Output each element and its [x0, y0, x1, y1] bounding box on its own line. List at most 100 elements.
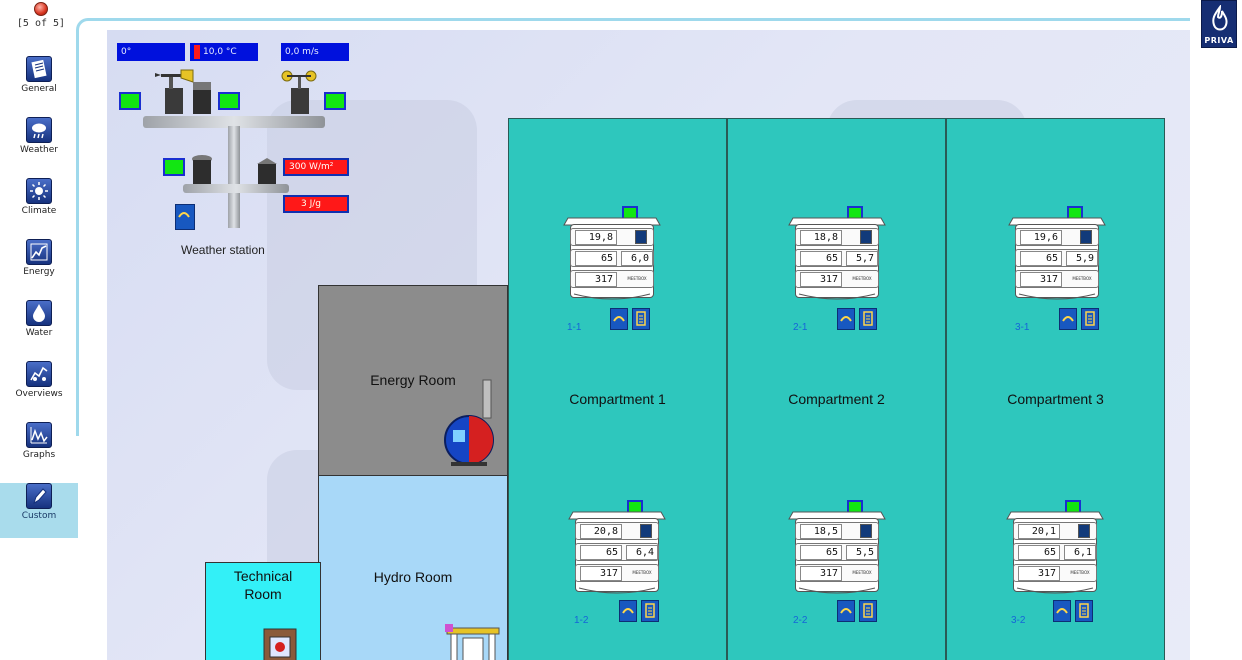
unit-row-humidity: 65 5,9	[1015, 249, 1099, 267]
priva-mini-logo-icon	[640, 524, 652, 538]
measurement-unit-2-2[interactable]: 18,5 65 5,5 317 MEETBOX	[787, 500, 897, 600]
unit-id-label[interactable]: 2-2	[793, 615, 807, 626]
unit-id-label[interactable]: 3-2	[1011, 615, 1025, 626]
unit-deficit: 5,5	[846, 545, 878, 560]
unit-id-label[interactable]: 3-1	[1015, 322, 1029, 333]
unit-deficit: 6,4	[626, 545, 658, 560]
wind-direction-readout: 0°	[117, 43, 185, 61]
sidebar-item-water[interactable]: Water	[0, 300, 78, 355]
unit-co2: 317	[575, 272, 617, 287]
water-unit-icon[interactable]	[443, 624, 503, 660]
wind-direction-status-button[interactable]	[119, 92, 141, 110]
radiation-status-button[interactable]	[163, 158, 185, 176]
priva-mini-logo-icon	[1080, 230, 1092, 244]
unit-row-temperature: 18,8	[795, 228, 879, 246]
wind-speed-status-button[interactable]	[324, 92, 346, 110]
unit-graph-button[interactable]	[1059, 308, 1077, 330]
unit-settings-button[interactable]	[859, 600, 877, 622]
sidebar-item-overviews[interactable]: Overviews	[0, 361, 78, 416]
unit-settings-button[interactable]	[641, 600, 659, 622]
unit-settings-button[interactable]	[859, 308, 877, 330]
unit-row-humidity: 65 5,5	[795, 543, 879, 561]
unit-humidity: 65	[1020, 251, 1062, 266]
sidebar-item-custom[interactable]: Custom	[0, 483, 78, 538]
sidebar-item-energy[interactable]: Energy	[0, 239, 78, 294]
unit-co2: 317	[1018, 566, 1060, 581]
curve-icon	[178, 212, 190, 218]
boiler-icon[interactable]	[443, 378, 503, 470]
hydro-room-label: Hydro Room	[373, 569, 453, 585]
sidebar-item-general[interactable]: General	[0, 56, 78, 111]
outside-temperature-value: 10,0 °C	[203, 47, 237, 57]
sidebar-item-label: Energy	[23, 267, 55, 277]
weather-station-caption: Weather station	[181, 243, 265, 257]
anemometer-icon	[281, 70, 317, 114]
unit-graph-button[interactable]	[1053, 600, 1071, 622]
unit-row-temperature: 20,1	[1013, 522, 1097, 540]
unit-base-icon	[1016, 587, 1094, 594]
page-counter: [5 of 5]	[16, 18, 66, 29]
unit-row-temperature: 18,5	[795, 522, 879, 540]
unit-row-co2: 317 MEETBOX	[570, 270, 654, 288]
unit-co2: 317	[580, 566, 622, 581]
unit-meetbox-label: MEETBOX	[852, 570, 872, 575]
wind-speed-readout: 0,0 m/s	[281, 43, 349, 61]
priva-mini-logo-icon	[635, 230, 647, 244]
energy-room[interactable]: Energy Room	[318, 285, 508, 477]
document-icon	[863, 311, 873, 326]
measurement-unit-3-2[interactable]: 20,1 65 6,1 317 MEETBOX	[1005, 500, 1115, 600]
frame-border-left	[76, 30, 79, 436]
unit-id-label[interactable]: 2-1	[793, 322, 807, 333]
radiation-readout: 300 W/m²	[283, 158, 349, 176]
unit-row-temperature: 19,8	[570, 228, 654, 246]
measurement-unit-3-1[interactable]: 19,6 65 5,9 317 MEETBOX	[1007, 206, 1117, 306]
document-icon	[1079, 603, 1089, 618]
measurement-unit-1-2[interactable]: 20,8 65 6,4 317 MEETBOX	[567, 500, 677, 600]
measurement-unit-1-1[interactable]: 19,8 65 6,0 317 MEETBOX	[562, 206, 672, 306]
sidebar-item-label: Climate	[21, 206, 57, 216]
priva-mini-logo-icon	[860, 524, 872, 538]
control-cabinet-icon[interactable]	[262, 627, 298, 660]
unit-graph-button[interactable]	[837, 600, 855, 622]
unit-graph-button[interactable]	[610, 308, 628, 330]
humidity-sensor-icon	[257, 158, 277, 184]
technical-room[interactable]: Technical Room	[205, 562, 321, 660]
unit-graph-button[interactable]	[619, 600, 637, 622]
unit-temperature: 18,5	[800, 524, 842, 539]
unit-id-label[interactable]: 1-2	[574, 615, 588, 626]
unit-settings-button[interactable]	[1075, 600, 1093, 622]
unit-temperature: 18,8	[800, 230, 842, 245]
document-icon	[1085, 311, 1095, 326]
measurement-unit-2-1[interactable]: 18,8 65 5,7 317 MEETBOX	[787, 206, 897, 306]
unit-settings-button[interactable]	[1081, 308, 1099, 330]
unit-row-co2: 317 MEETBOX	[795, 564, 879, 582]
document-icon	[636, 311, 646, 326]
temperature-bar-icon	[194, 44, 200, 59]
unit-row-co2: 317 MEETBOX	[1013, 564, 1097, 582]
unit-deficit: 5,9	[1066, 251, 1098, 266]
hydro-room[interactable]: Hydro Room	[318, 475, 508, 660]
curve-icon	[622, 608, 634, 614]
unit-meetbox-label: MEETBOX	[1070, 570, 1090, 575]
sidebar-item-weather[interactable]: Weather	[0, 117, 78, 172]
sidebar: General Weather Climate Energy Water Ove…	[0, 50, 78, 538]
sidebar-item-label: Weather	[20, 145, 58, 155]
page-indicator[interactable]: [5 of 5]	[16, 2, 66, 29]
weather-icon	[26, 117, 52, 143]
unit-row-humidity: 65 5,7	[795, 249, 879, 267]
radiation-sum-value: 3 J/g	[301, 199, 321, 209]
temperature-status-button[interactable]	[218, 92, 240, 110]
unit-graph-button[interactable]	[837, 308, 855, 330]
weather-station-detail-button[interactable]	[175, 204, 195, 230]
curve-icon	[613, 316, 625, 322]
unit-id-label[interactable]: 1-1	[567, 322, 581, 333]
unit-row-co2: 317 MEETBOX	[795, 270, 879, 288]
unit-deficit: 6,1	[1064, 545, 1096, 560]
unit-humidity: 65	[580, 545, 622, 560]
sidebar-item-graphs[interactable]: Graphs	[0, 422, 78, 477]
sidebar-item-climate[interactable]: Climate	[0, 178, 78, 233]
unit-row-humidity: 65 6,1	[1013, 543, 1097, 561]
technical-room-label: Technical Room	[233, 568, 293, 602]
frame-border-top	[76, 18, 1190, 30]
unit-settings-button[interactable]	[632, 308, 650, 330]
